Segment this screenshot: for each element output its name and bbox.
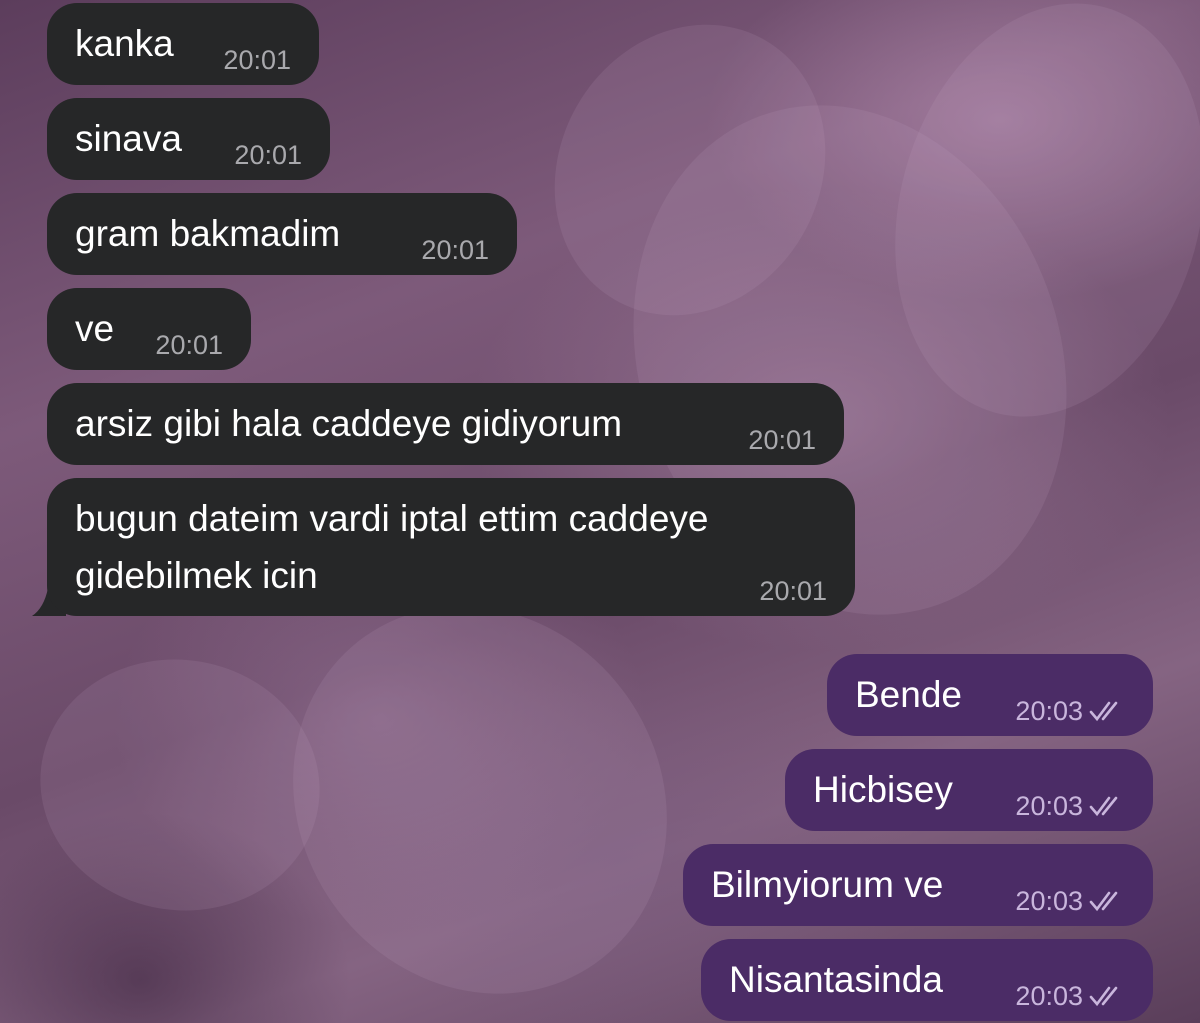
double-check-icon — [1089, 891, 1118, 912]
message-time: 20:03 — [1015, 791, 1083, 821]
message-text: Bilmyiorum ve — [711, 864, 944, 905]
double-check-icon — [1089, 986, 1118, 1007]
incoming-message[interactable]: bugun dateim vardi iptal ettim caddeye g… — [47, 478, 855, 616]
incoming-message[interactable]: ve 20:01 — [47, 288, 251, 370]
message-meta: 20:03 — [1015, 791, 1127, 821]
message-text: Bende — [855, 674, 962, 715]
incoming-message[interactable]: sinava 20:01 — [47, 98, 330, 180]
message-meta: 20:03 — [1015, 886, 1127, 916]
outgoing-message[interactable]: Hicbisey 20:03 — [785, 749, 1153, 831]
message-text: Hicbisey — [813, 769, 953, 810]
outgoing-message[interactable]: Bende 20:03 — [827, 654, 1153, 736]
message-time: 20:03 — [1015, 886, 1083, 916]
double-check-icon — [1089, 796, 1118, 817]
message-text: ve — [75, 308, 115, 349]
incoming-message[interactable]: kanka 20:01 — [47, 3, 319, 85]
message-meta: 20:03 — [1015, 981, 1127, 1011]
message-time: 20:01 — [234, 140, 302, 170]
message-time: 20:01 — [155, 330, 223, 360]
message-text: arsiz gibi hala caddeye gidiyorum — [75, 403, 623, 444]
outgoing-message[interactable]: Nisantasinda 20:03 — [701, 939, 1153, 1021]
message-meta: 20:03 — [1015, 696, 1127, 726]
message-time: 20:03 — [1015, 981, 1083, 1011]
message-time: 20:01 — [421, 235, 489, 265]
message-text: sinava — [75, 118, 182, 159]
message-text: kanka — [75, 23, 174, 64]
message-time: 20:01 — [748, 425, 816, 455]
message-text: Nisantasinda — [729, 959, 943, 1000]
outgoing-message[interactable]: Bilmyiorum ve 20:03 — [683, 844, 1153, 926]
message-time: 20:03 — [1015, 696, 1083, 726]
incoming-message[interactable]: arsiz gibi hala caddeye gidiyorum 20:01 — [47, 383, 844, 465]
message-list[interactable]: kanka 20:01 sinava 20:01 gram bakmadim 2… — [0, 0, 1200, 1023]
double-check-icon — [1089, 701, 1118, 722]
message-text: bugun dateim vardi iptal ettim caddeye g… — [75, 498, 719, 596]
incoming-message[interactable]: gram bakmadim 20:01 — [47, 193, 517, 275]
message-time: 20:01 — [759, 576, 827, 606]
message-text: gram bakmadim — [75, 213, 341, 254]
message-time: 20:01 — [223, 45, 291, 75]
